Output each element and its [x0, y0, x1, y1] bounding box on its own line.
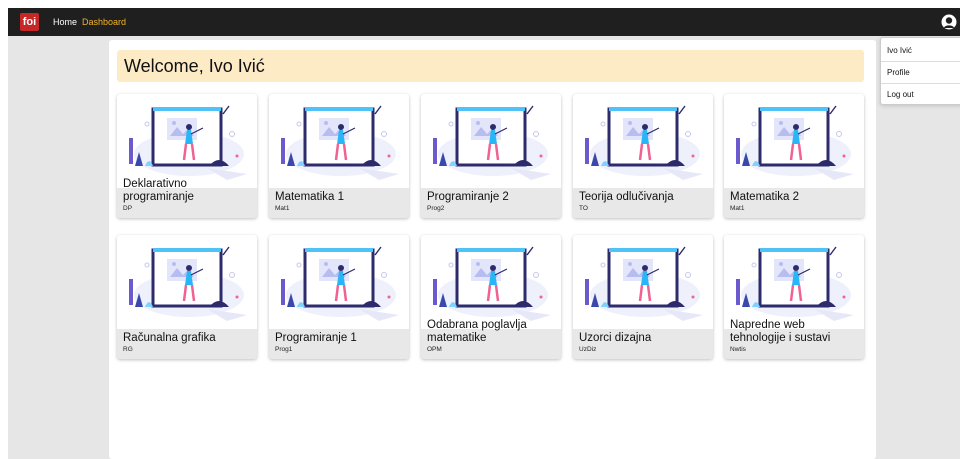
dropdown-divider	[881, 61, 960, 62]
course-info: Programiranje 1 Prog1	[275, 332, 405, 354]
course-image	[573, 94, 713, 188]
course-info: Uzorci dizajna UzDiz	[579, 332, 709, 354]
course-image	[724, 94, 864, 188]
course-code: TO	[579, 205, 588, 212]
dropdown-logout[interactable]: Log out	[887, 90, 914, 100]
course-title: Matematika 2	[730, 191, 800, 203]
course-code: Prog2	[427, 205, 445, 212]
course-code: Prog1	[275, 346, 293, 353]
dropdown-divider	[881, 83, 960, 84]
dropdown-user-name: Ivo Ivić	[887, 46, 912, 55]
course-title: Napredne web tehnologije i sustavi	[730, 319, 831, 344]
course-title: Odabrana poglavlja matematike	[427, 319, 527, 344]
foi-logo[interactable]: foi	[20, 13, 39, 31]
course-card[interactable]: Deklarativno programiranje DP	[117, 94, 257, 218]
course-title: Deklarativno programiranje	[123, 178, 194, 203]
course-image	[573, 235, 713, 329]
course-illustration	[129, 105, 247, 180]
user-dropdown-menu: Ivo Ivić Profile Log out	[880, 37, 960, 105]
course-info: Napredne web tehnologije i sustavi Nwtis	[730, 319, 860, 354]
dropdown-profile[interactable]: Profile	[887, 68, 910, 78]
course-code: Nwtis	[730, 346, 746, 353]
course-illustration	[281, 105, 399, 180]
course-image	[421, 94, 561, 188]
course-illustration	[736, 105, 854, 180]
top-navbar: foi Home Dashboard	[8, 8, 960, 36]
course-title: Matematika 1	[275, 191, 345, 203]
course-info: Odabrana poglavlja matematike OPM	[427, 319, 557, 354]
course-info: Deklarativno programiranje DP	[123, 178, 253, 213]
course-image	[421, 235, 561, 329]
course-code: Mat1	[275, 205, 290, 212]
nav-link-dashboard[interactable]: Dashboard	[82, 16, 126, 28]
course-illustration	[736, 246, 854, 321]
course-image	[269, 235, 409, 329]
user-avatar-icon[interactable]	[941, 14, 957, 31]
course-info: Matematika 1 Mat1	[275, 191, 405, 213]
course-illustration	[433, 246, 551, 321]
course-illustration	[585, 246, 703, 321]
course-card[interactable]: Računalna grafika RG	[117, 235, 257, 359]
course-info: Matematika 2 Mat1	[730, 191, 860, 213]
course-image	[117, 235, 257, 329]
course-card[interactable]: Napredne web tehnologije i sustavi Nwtis	[724, 235, 864, 359]
course-image	[117, 94, 257, 188]
course-image	[269, 94, 409, 188]
course-info: Računalna grafika RG	[123, 332, 253, 354]
course-title: Programiranje 2	[427, 191, 509, 203]
course-code: RG	[123, 346, 133, 353]
course-card[interactable]: Matematika 1 Mat1	[269, 94, 409, 218]
course-title: Programiranje 1	[275, 332, 357, 344]
course-illustration	[281, 246, 399, 321]
course-illustration	[129, 246, 247, 321]
course-card[interactable]: Programiranje 1 Prog1	[269, 235, 409, 359]
course-info: Teorija odlučivanja TO	[579, 191, 709, 213]
welcome-banner: Welcome, Ivo Ivić	[117, 50, 864, 82]
course-image	[724, 235, 864, 329]
course-card[interactable]: Odabrana poglavlja matematike OPM	[421, 235, 561, 359]
course-title: Računalna grafika	[123, 332, 216, 344]
nav-link-home[interactable]: Home	[53, 16, 77, 28]
course-code: OPM	[427, 346, 442, 353]
course-code: Mat1	[730, 205, 745, 212]
course-card[interactable]: Programiranje 2 Prog2	[421, 94, 561, 218]
course-info: Programiranje 2 Prog2	[427, 191, 557, 213]
course-card[interactable]: Matematika 2 Mat1	[724, 94, 864, 218]
course-card[interactable]: Teorija odlučivanja TO	[573, 94, 713, 218]
course-illustration	[585, 105, 703, 180]
course-card[interactable]: Uzorci dizajna UzDiz	[573, 235, 713, 359]
course-title: Teorija odlučivanja	[579, 191, 674, 203]
course-illustration	[433, 105, 551, 180]
course-code: UzDiz	[579, 346, 597, 353]
course-title: Uzorci dizajna	[579, 332, 652, 344]
course-code: DP	[123, 205, 133, 212]
